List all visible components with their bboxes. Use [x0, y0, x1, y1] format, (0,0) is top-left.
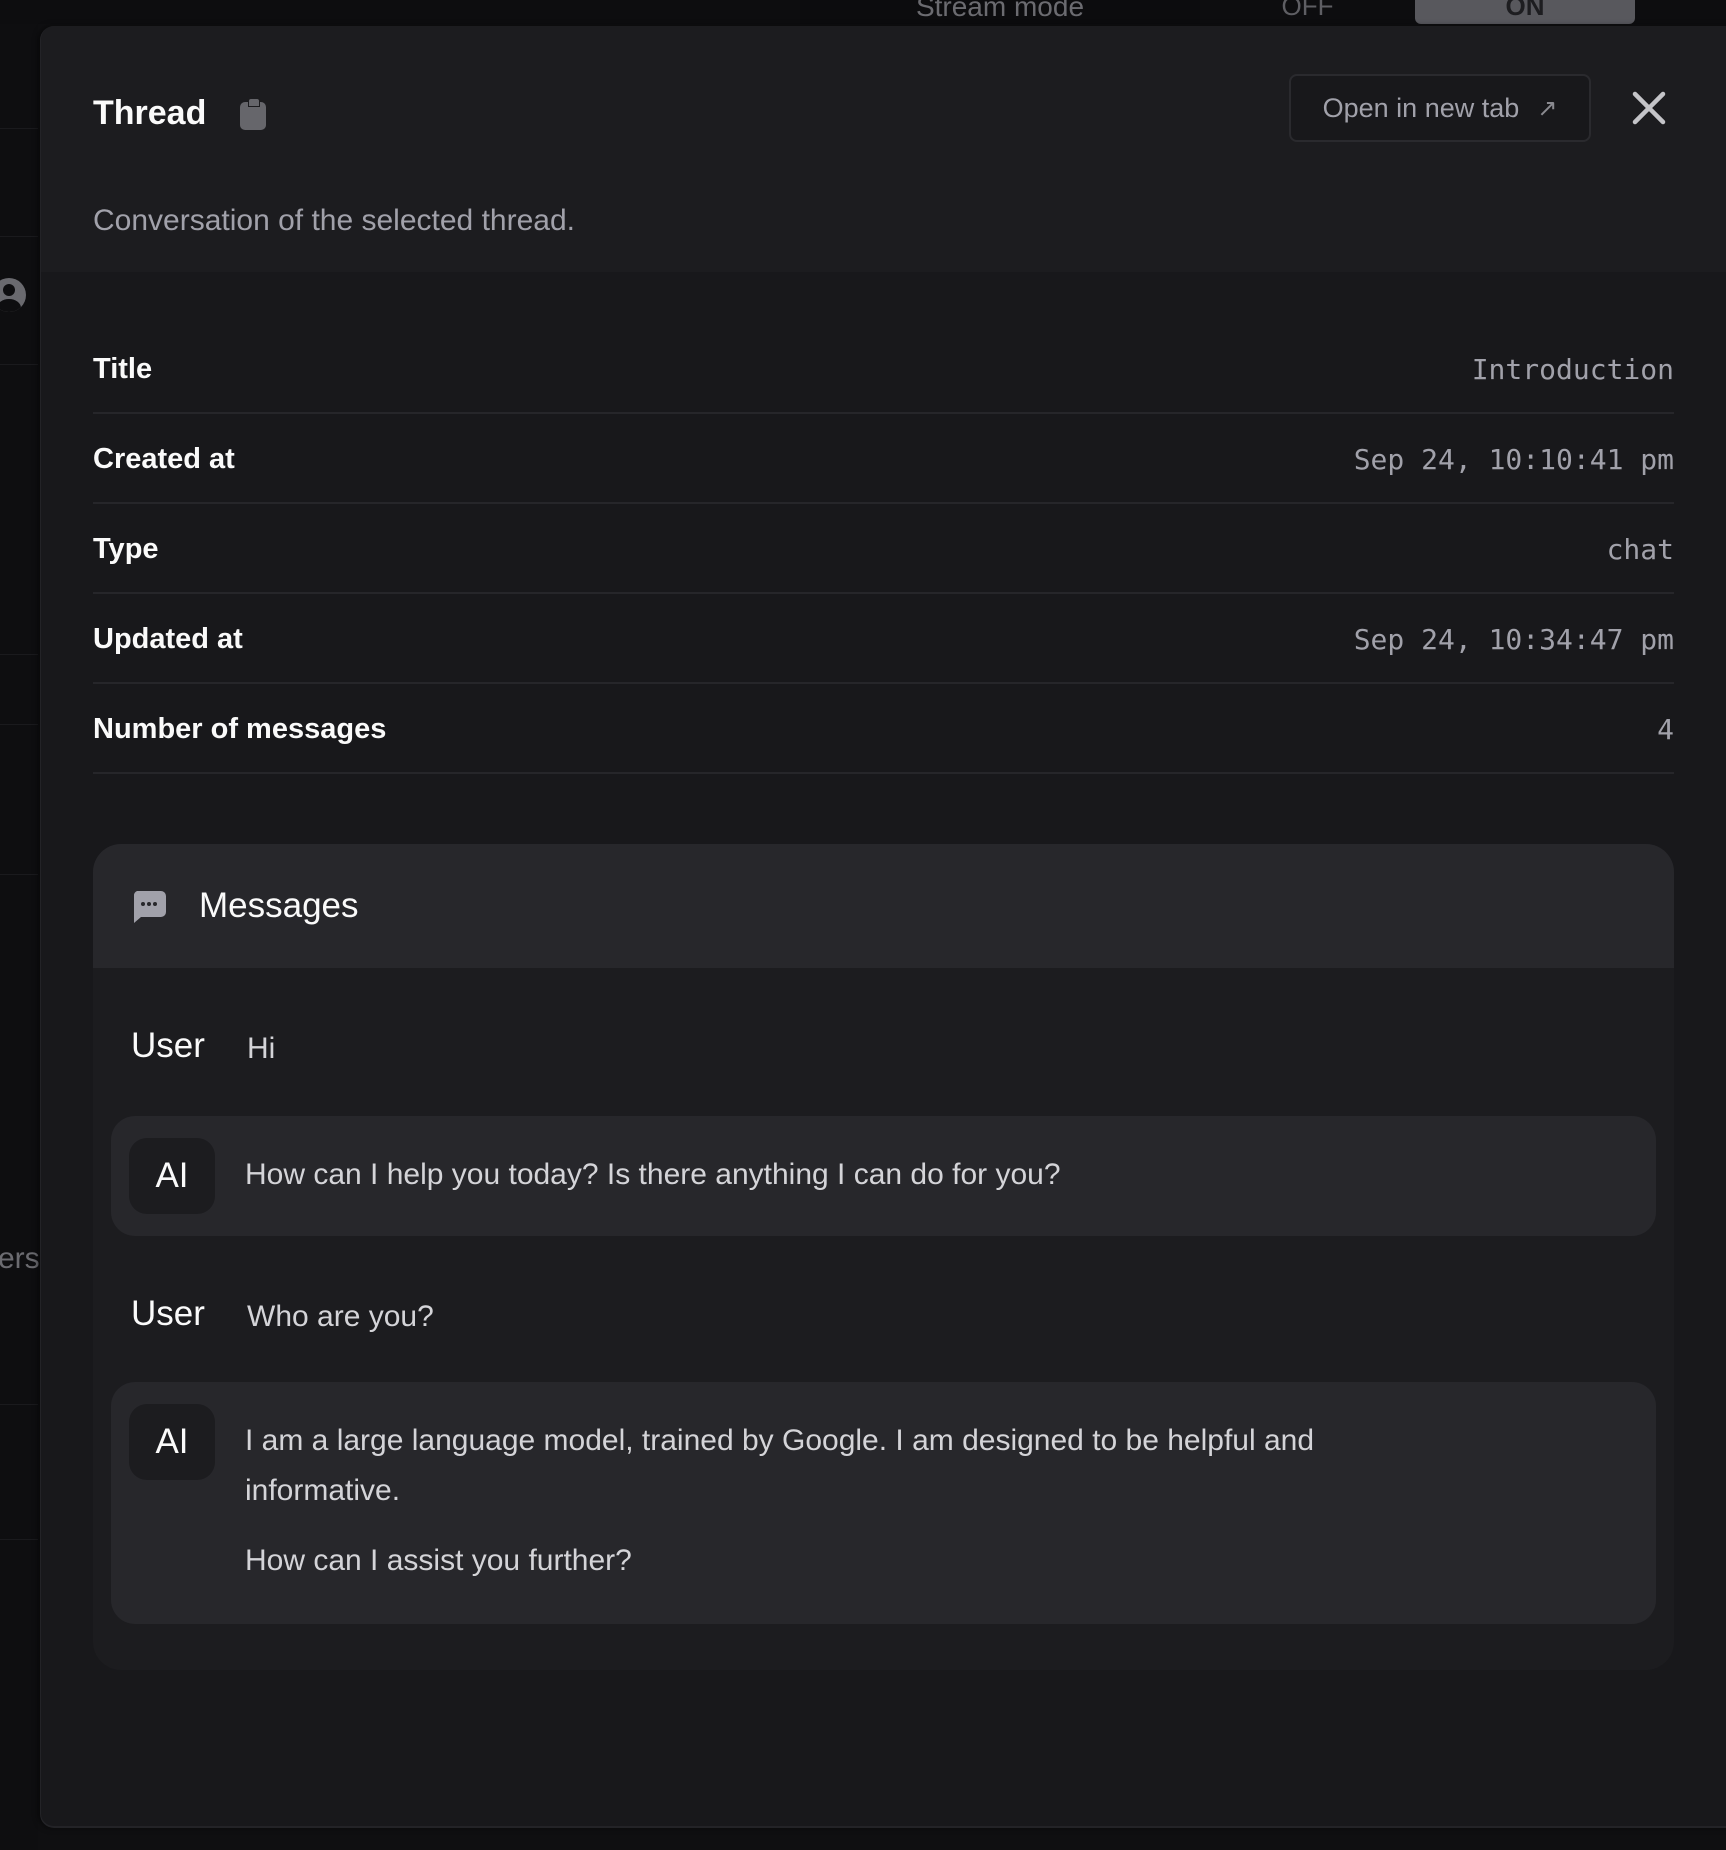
message-list: User Hi AI How can I help you today? Is …	[111, 968, 1656, 1624]
detail-label: Updated at	[93, 622, 243, 655]
thread-sheet: Thread Conversation of the selected thre…	[40, 26, 1726, 1828]
open-in-new-tab-button[interactable]: Open in new tab ↗	[1289, 74, 1591, 142]
message-paragraph: I am a large language model, trained by …	[245, 1424, 1315, 1507]
detail-value: Sep 24, 10:34:47 pm	[1353, 622, 1674, 656]
sidebar-divider	[0, 364, 38, 365]
detail-value: 4	[1657, 712, 1674, 746]
detail-row-type: Type chat	[93, 506, 1674, 594]
stream-mode-label: Stream mode	[800, 0, 1200, 24]
messages-header: Messages	[93, 844, 1674, 968]
role-badge-ai: AI	[129, 1404, 215, 1480]
detail-row-number-of-messages: Number of messages 4	[93, 686, 1674, 774]
sheet-header: Thread Conversation of the selected thre…	[41, 26, 1726, 272]
sidebar-divider	[0, 1539, 38, 1540]
clipboard-icon[interactable]	[240, 97, 267, 130]
stream-mode-on-toggle[interactable]: ON	[1415, 0, 1635, 24]
sheet-title: Thread	[93, 94, 207, 132]
chat-bubble-icon	[131, 888, 167, 924]
message-ai: AI I am a large language model, trained …	[111, 1382, 1656, 1624]
message-paragraph: Who are you?	[247, 1300, 434, 1333]
detail-label: Created at	[93, 442, 235, 475]
stream-mode-off-toggle[interactable]: OFF	[1200, 0, 1415, 24]
sidebar-divider	[0, 724, 38, 725]
detail-row-created-at: Created at Sep 24, 10:10:41 pm	[93, 416, 1674, 504]
message-ai: AI How can I help you today? Is there an…	[111, 1116, 1656, 1236]
message-paragraph: How can I help you today? Is there anyth…	[245, 1158, 1061, 1191]
detail-label: Number of messages	[93, 712, 387, 745]
sidebar-divider	[0, 874, 38, 875]
detail-value: Introduction	[1471, 352, 1674, 386]
messages-title: Messages	[199, 886, 359, 925]
background-sidebar: ers	[0, 24, 40, 1850]
detail-row-updated-at: Updated at Sep 24, 10:34:47 pm	[93, 596, 1674, 684]
message-text: How can I help you today? Is there anyth…	[245, 1138, 1061, 1200]
message-paragraph: How can I assist you further?	[245, 1544, 632, 1577]
detail-row-title: Title Introduction	[93, 326, 1674, 414]
sidebar-divider	[0, 654, 38, 655]
message-text: Hi	[247, 1024, 275, 1074]
role-badge-ai: AI	[129, 1138, 215, 1214]
detail-value: chat	[1606, 532, 1674, 566]
detail-label: Type	[93, 532, 159, 565]
messages-card: Messages User Hi AI How can I help you t…	[93, 844, 1674, 1670]
detail-value: Sep 24, 10:10:41 pm	[1353, 442, 1674, 476]
role-label-user: User	[131, 1294, 205, 1333]
user-avatar-icon[interactable]	[0, 278, 26, 312]
open-in-new-tab-label: Open in new tab	[1322, 92, 1520, 123]
message-paragraph: Hi	[247, 1032, 276, 1065]
message-user: User Who are you?	[111, 1236, 1656, 1382]
message-user: User Hi	[111, 968, 1656, 1116]
external-link-arrow-icon: ↗	[1537, 94, 1558, 122]
role-label-user: User	[131, 1026, 205, 1065]
sidebar-item-label[interactable]: ers	[0, 1242, 40, 1276]
sidebar-divider	[0, 236, 38, 237]
sheet-subtitle: Conversation of the selected thread.	[93, 204, 575, 237]
message-text: I am a large language model, trained by …	[245, 1404, 1445, 1586]
detail-label: Title	[93, 352, 153, 385]
close-icon[interactable]	[1627, 86, 1671, 130]
message-text: Who are you?	[247, 1292, 434, 1342]
thread-details: Title Introduction Created at Sep 24, 10…	[93, 326, 1674, 776]
sidebar-divider	[0, 128, 38, 129]
sidebar-divider	[0, 1404, 38, 1405]
